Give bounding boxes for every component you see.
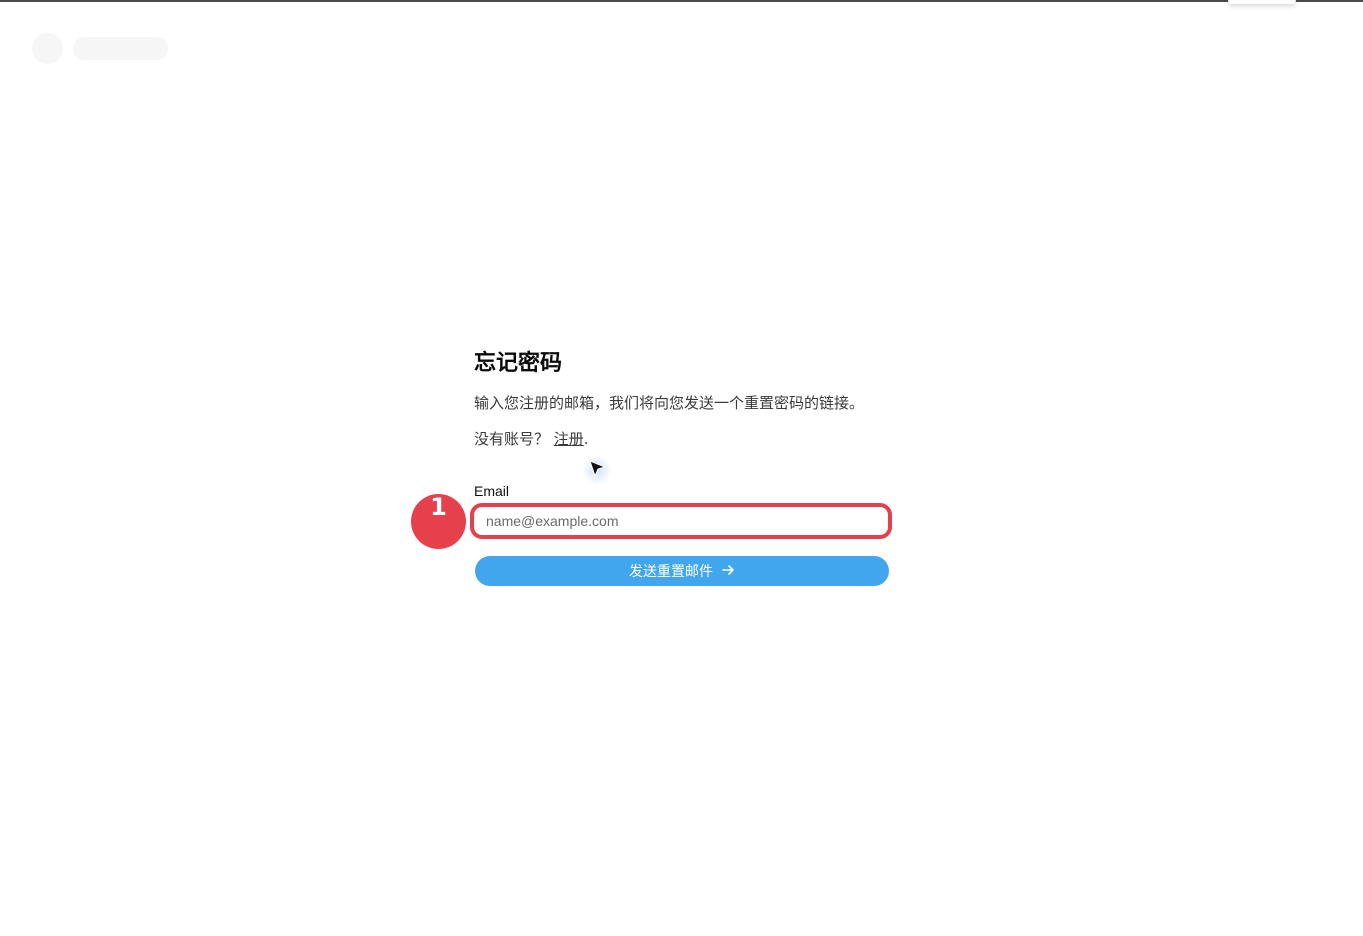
- logo-placeholder: [32, 33, 63, 64]
- brand-name-placeholder: [73, 37, 168, 60]
- signup-suffix: .: [583, 430, 589, 448]
- mouse-cursor-icon: [589, 460, 607, 478]
- email-label: Email: [474, 483, 510, 499]
- instructions-text: 输入您注册的邮箱，我们将向您发送一个重置密码的链接。: [474, 394, 865, 412]
- top-border: [0, 0, 1363, 2]
- signup-link[interactable]: 注册: [554, 430, 584, 448]
- submit-button-label: 发送重置邮件: [629, 564, 713, 580]
- no-account-text: 没有账号？: [474, 430, 554, 448]
- step-badge: 1: [411, 494, 466, 549]
- forgot-password-form: 忘记密码 输入您注册的邮箱，我们将向您发送一个重置密码的链接。 没有账号？ 注册…: [470, 348, 892, 586]
- page-title: 忘记密码: [474, 351, 563, 376]
- email-input[interactable]: [470, 503, 892, 539]
- send-reset-email-button[interactable]: 发送重置邮件: [475, 556, 889, 586]
- top-right-tab: [1228, 0, 1296, 4]
- arrow-right-icon: [721, 563, 735, 580]
- signup-prompt: 没有账号？ 注册.: [474, 428, 890, 450]
